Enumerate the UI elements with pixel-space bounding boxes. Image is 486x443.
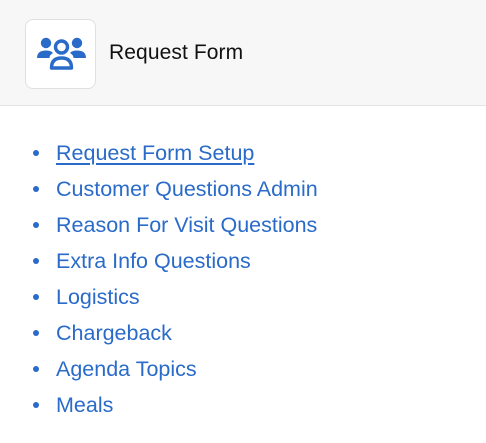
list-item: Chargeback — [0, 315, 318, 351]
meals-link[interactable]: Meals — [56, 393, 113, 417]
bullet-icon — [33, 294, 39, 300]
list-item: Customer Questions Admin — [0, 171, 318, 207]
customer-questions-admin-link[interactable]: Customer Questions Admin — [56, 177, 318, 201]
bullet-icon — [33, 330, 39, 336]
bullet-icon — [33, 258, 39, 264]
list-item: Meals — [0, 387, 318, 423]
logistics-link[interactable]: Logistics — [56, 285, 140, 309]
agenda-topics-link[interactable]: Agenda Topics — [56, 357, 197, 381]
request-form-setup-link[interactable]: Request Form Setup — [56, 141, 254, 165]
list-item: Request Form Setup — [0, 135, 318, 171]
list-item: Logistics — [0, 279, 318, 315]
page-header: Request Form — [0, 0, 486, 106]
page-title: Request Form — [109, 41, 244, 64]
bullet-icon — [33, 402, 39, 408]
bullet-icon — [33, 186, 39, 192]
bullet-icon — [33, 366, 39, 372]
list-item: Agenda Topics — [0, 351, 318, 387]
bullet-icon — [33, 150, 39, 156]
reason-for-visit-questions-link[interactable]: Reason For Visit Questions — [56, 213, 317, 237]
extra-info-questions-link[interactable]: Extra Info Questions — [56, 249, 251, 273]
request-form-menu: Request Form Setup Customer Questions Ad… — [0, 135, 318, 423]
list-item: Extra Info Questions — [0, 243, 318, 279]
bullet-icon — [33, 222, 39, 228]
list-item: Reason For Visit Questions — [0, 207, 318, 243]
app-logo — [25, 19, 96, 89]
users-group-icon — [37, 37, 86, 70]
chargeback-link[interactable]: Chargeback — [56, 321, 172, 345]
